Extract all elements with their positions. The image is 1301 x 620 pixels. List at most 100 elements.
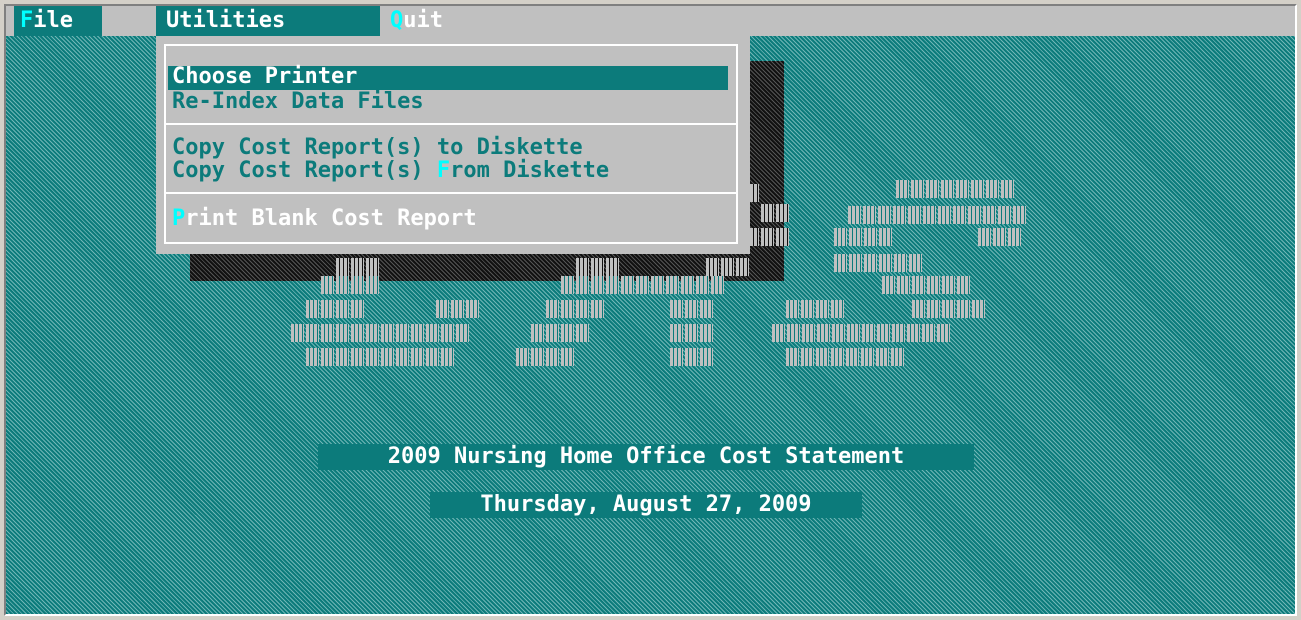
logo-block — [321, 348, 334, 366]
logo-block — [968, 206, 981, 224]
logo-block — [786, 348, 799, 366]
logo-block — [787, 324, 800, 342]
logo-block — [576, 324, 589, 342]
logo-block — [802, 324, 815, 342]
logo-block — [983, 206, 996, 224]
logo-block — [336, 300, 349, 318]
logo-block — [561, 324, 574, 342]
menu-item-choose-printer[interactable]: Choose Printer — [168, 66, 728, 90]
menu-bar: File Utilities Quit — [6, 6, 1295, 36]
menu-item-reindex-data-files[interactable]: Re-Index Data Files — [168, 91, 728, 115]
logo-block — [531, 348, 544, 366]
logo-block — [938, 206, 951, 224]
logo-block — [685, 348, 698, 366]
logo-block — [436, 300, 449, 318]
menu-item-copy-from-hotkey: F — [436, 158, 451, 183]
logo-block — [882, 276, 895, 294]
logo-block — [907, 324, 920, 342]
logo-block — [685, 324, 698, 342]
logo-block — [942, 300, 955, 318]
logo-block — [877, 324, 890, 342]
logo-block — [971, 180, 984, 198]
logo-block — [772, 324, 785, 342]
logo-block — [651, 276, 664, 294]
logo-block — [956, 180, 969, 198]
logo-block — [978, 228, 991, 246]
logo-block — [411, 324, 424, 342]
logo-block — [831, 348, 844, 366]
menu-item-print-blank-report[interactable]: Print Blank Cost Report — [168, 208, 728, 232]
logo-block — [606, 258, 619, 276]
logo-block — [879, 254, 892, 272]
logo-block — [786, 300, 799, 318]
logo-block — [666, 276, 679, 294]
logo-block — [711, 276, 724, 294]
logo-block — [972, 300, 985, 318]
logo-block — [700, 348, 713, 366]
menu-item-copy-from-label-b: rom Diskette — [450, 158, 610, 183]
logo-block — [516, 348, 529, 366]
logo-block — [776, 204, 789, 222]
logo-block — [861, 348, 874, 366]
logo-block — [909, 254, 922, 272]
menu-separator — [164, 192, 738, 194]
logo-block — [896, 180, 909, 198]
logo-block — [846, 348, 859, 366]
logo-block — [897, 276, 910, 294]
logo-block — [351, 300, 364, 318]
logo-block — [366, 258, 379, 276]
menu-file-hotkey: F — [20, 8, 34, 33]
logo-block — [834, 254, 847, 272]
menu-quit-label: uit — [403, 8, 443, 33]
logo-block — [451, 300, 464, 318]
logo-block — [351, 276, 364, 294]
logo-block — [576, 258, 589, 276]
menu-quit-hotkey: Q — [390, 8, 404, 33]
logo-block — [306, 300, 319, 318]
logo-block — [591, 258, 604, 276]
logo-block — [670, 348, 683, 366]
logo-block — [441, 324, 454, 342]
logo-block — [736, 258, 749, 276]
menu-utilities[interactable]: Utilities — [156, 6, 380, 36]
utilities-dropdown: Choose Printer Re-Index Data Files Copy … — [156, 36, 750, 254]
logo-block — [336, 276, 349, 294]
logo-block — [776, 228, 789, 246]
logo-block — [863, 206, 876, 224]
logo-block — [396, 348, 409, 366]
logo-block — [466, 300, 479, 318]
logo-block — [351, 258, 364, 276]
logo-block — [721, 258, 734, 276]
logo-block — [957, 300, 970, 318]
logo-block — [321, 324, 334, 342]
logo-block — [892, 324, 905, 342]
logo-block — [681, 276, 694, 294]
menu-quit[interactable]: Quit — [390, 6, 443, 36]
logo-block — [700, 300, 713, 318]
logo-block — [546, 300, 559, 318]
logo-block — [912, 276, 925, 294]
logo-block — [561, 348, 574, 366]
logo-block — [381, 348, 394, 366]
logo-block — [381, 324, 394, 342]
logo-block — [831, 300, 844, 318]
logo-block — [893, 206, 906, 224]
logo-block — [922, 324, 935, 342]
logo-block — [306, 324, 319, 342]
logo-block — [816, 348, 829, 366]
logo-block — [862, 324, 875, 342]
menu-item-copy-from-diskette[interactable]: Copy Cost Report(s) From Diskette — [168, 160, 728, 184]
logo-block — [441, 348, 454, 366]
logo-block — [591, 276, 604, 294]
logo-block — [366, 276, 379, 294]
logo-block — [817, 324, 830, 342]
logo-block — [923, 206, 936, 224]
menu-file[interactable]: File — [14, 6, 102, 36]
menu-item-print-hotkey: P — [172, 206, 186, 231]
logo-block — [1001, 180, 1014, 198]
logo-block — [927, 300, 940, 318]
logo-block — [670, 300, 683, 318]
logo-block — [911, 180, 924, 198]
logo-block — [986, 180, 999, 198]
logo-block — [706, 258, 719, 276]
